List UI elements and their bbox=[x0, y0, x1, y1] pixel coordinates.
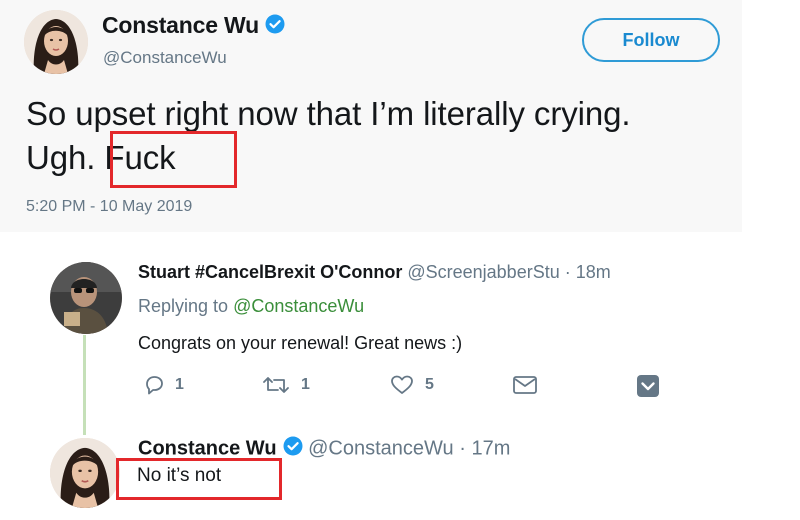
reply-separator: · bbox=[564, 262, 571, 282]
thread-connector-line bbox=[83, 335, 86, 435]
reply-author-name[interactable]: Stuart #CancelBrexit O'Connor bbox=[138, 262, 402, 282]
reply-age[interactable]: 18m bbox=[576, 262, 611, 282]
like-action[interactable]: 5 bbox=[389, 374, 434, 396]
chevron-down-icon bbox=[636, 374, 670, 398]
second-reply-author-handle[interactable]: @ConstanceWu bbox=[308, 437, 454, 459]
avatar[interactable] bbox=[50, 438, 120, 508]
author-name[interactable]: Constance Wu bbox=[102, 12, 285, 40]
reply-header: Stuart #CancelBrexit O'Connor @Screenjab… bbox=[138, 262, 611, 283]
second-reply-separator: · bbox=[459, 437, 466, 460]
envelope-icon bbox=[512, 374, 548, 396]
verified-badge-icon bbox=[283, 436, 303, 462]
main-tweet: Constance Wu @ConstanceWu Follow So upse… bbox=[0, 0, 742, 232]
replying-to: Replying to @ConstanceWu bbox=[138, 296, 364, 317]
reply-author-handle[interactable]: @ScreenjabberStu bbox=[407, 262, 559, 282]
retweet-action[interactable]: 1 bbox=[261, 374, 310, 396]
heart-icon bbox=[389, 374, 425, 396]
tweet-text-line1: So upset right now that I’m literally cr… bbox=[26, 95, 631, 132]
reply-action[interactable]: 1 bbox=[143, 374, 184, 396]
tweet-timestamp[interactable]: 5:20 PM - 10 May 2019 bbox=[26, 198, 192, 216]
reply-text: Congrats on your renewal! Great news :) bbox=[138, 333, 463, 353]
second-reply-age[interactable]: 17m bbox=[471, 437, 510, 459]
avatar[interactable] bbox=[50, 262, 122, 334]
verified-badge-icon bbox=[265, 13, 285, 40]
replying-to-mention[interactable]: @ConstanceWu bbox=[233, 296, 364, 316]
retweet-count: 1 bbox=[301, 376, 310, 393]
author-handle[interactable]: @ConstanceWu bbox=[103, 48, 227, 68]
second-reply-author-name[interactable]: Constance Wu bbox=[138, 437, 277, 459]
replying-to-label: Replying to bbox=[138, 296, 229, 316]
like-count: 5 bbox=[425, 376, 434, 393]
direct-message-action[interactable] bbox=[512, 374, 548, 396]
reply-actions: 1 1 5 bbox=[0, 374, 800, 408]
reply-icon bbox=[143, 374, 175, 396]
tweet-text-prefix: Ugh. bbox=[26, 139, 96, 176]
more-options-action[interactable] bbox=[636, 374, 670, 398]
follow-button[interactable]: Follow bbox=[582, 18, 720, 62]
highlight-box bbox=[116, 458, 282, 500]
reply-count: 1 bbox=[175, 376, 184, 393]
retweet-icon bbox=[261, 374, 301, 396]
highlight-box bbox=[110, 131, 237, 188]
avatar[interactable] bbox=[24, 10, 88, 74]
